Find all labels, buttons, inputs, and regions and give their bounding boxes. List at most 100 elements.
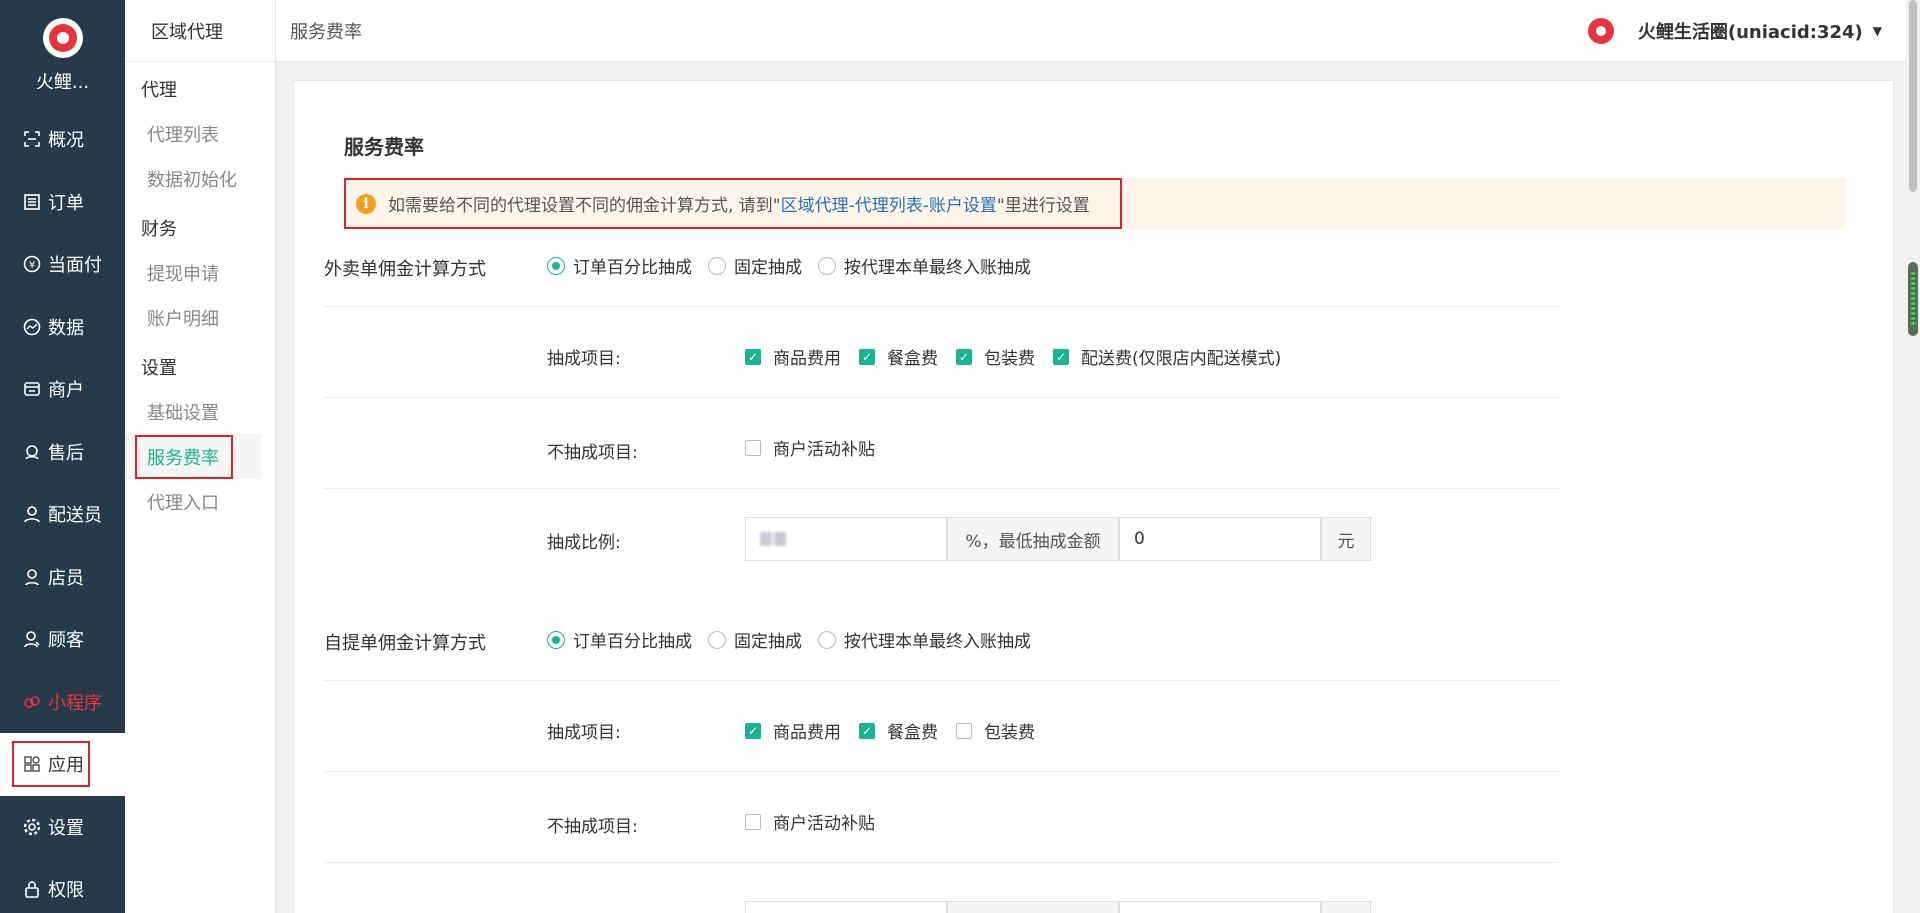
nav-item-face-pay[interactable]: ¥ 当面付 xyxy=(0,233,125,296)
min-amount-input[interactable] xyxy=(1119,901,1321,913)
radio-final-income[interactable]: 按代理本单最终入账抽成 xyxy=(818,253,1031,278)
check-label: 餐盒费 xyxy=(887,349,938,369)
check-goods-fee[interactable]: ✓ 商品费用 xyxy=(745,718,841,743)
notice-suffix: "里进行设置 xyxy=(996,196,1090,216)
page-scrollbar[interactable] xyxy=(1906,0,1920,913)
check-icon: ✓ xyxy=(745,348,761,365)
check-label: 餐盒费 xyxy=(887,723,938,743)
nav-item-label: 权限 xyxy=(48,880,84,902)
overview-icon xyxy=(22,129,42,149)
top-header: 服务费率 火鲤生活圈(uniacid:324) ▼ xyxy=(276,0,1920,62)
header-title: 服务费率 xyxy=(290,21,362,43)
nav-item-clerk[interactable]: 店员 xyxy=(0,546,125,609)
radio-percentage[interactable]: 订单百分比抽成 xyxy=(547,253,692,278)
takeout-exclude-checks: 商户活动补贴 xyxy=(745,435,893,460)
blurred-value xyxy=(760,532,786,546)
radio-fixed[interactable]: 固定抽成 xyxy=(708,627,802,652)
nav-item-settings[interactable]: 设置 xyxy=(0,796,125,859)
radio-dot xyxy=(547,256,565,275)
annotation-highlight xyxy=(12,741,90,787)
nav-item-merchant[interactable]: 商户 xyxy=(0,358,125,421)
caret-down-icon: ▼ xyxy=(1872,24,1882,38)
check-label: 商户活动补贴 xyxy=(773,814,875,834)
svg-text:¥: ¥ xyxy=(29,260,35,271)
gear-icon xyxy=(22,817,42,837)
nav-item-customer[interactable]: 顾客 xyxy=(0,608,125,671)
brand[interactable]: 火鲤... xyxy=(0,0,125,108)
submenu-item-withdraw[interactable]: 提现申请 xyxy=(125,250,275,295)
radio-percentage[interactable]: 订单百分比抽成 xyxy=(547,627,692,652)
nav-item-label: 售后 xyxy=(48,442,84,464)
submenu-item-agent-entry[interactable]: 代理入口 xyxy=(125,479,275,524)
miniapp-icon xyxy=(22,692,42,712)
nav-item-permission[interactable]: 权限 xyxy=(0,858,125,913)
account-logo-icon xyxy=(1587,18,1614,44)
check-goods-fee[interactable]: ✓ 商品费用 xyxy=(745,344,841,369)
radio-dot xyxy=(708,256,726,275)
side-widget-handle[interactable] xyxy=(1908,262,1918,336)
nav-item-orders[interactable]: 订单 xyxy=(0,171,125,234)
ratio-input[interactable] xyxy=(745,517,947,561)
radio-final-income[interactable]: 按代理本单最终入账抽成 xyxy=(818,627,1031,652)
check-icon: ✓ xyxy=(745,722,761,739)
lock-icon xyxy=(22,879,42,899)
submenu-item-agent-list[interactable]: 代理列表 xyxy=(125,111,275,156)
nav-item-overview[interactable]: 概况 xyxy=(0,108,125,171)
check-label: 商户活动补贴 xyxy=(773,440,875,460)
checkbox-empty xyxy=(745,813,761,830)
nav-item-label: 概况 xyxy=(48,130,84,152)
account-menu[interactable]: 火鲤生活圈(uniacid:324) ▼ xyxy=(1587,0,1882,62)
submenu-group-agent: 代理 xyxy=(141,79,177,101)
check-merchant-subsidy[interactable]: 商户活动补贴 xyxy=(745,435,875,460)
nav-item-label: 配送员 xyxy=(48,505,102,527)
submenu-item-account-detail[interactable]: 账户明细 xyxy=(125,295,275,340)
notice-link[interactable]: 区域代理-代理列表-账户设置 xyxy=(781,191,997,216)
check-delivery-fee[interactable]: ✓ 配送费(仅限店内配送模式) xyxy=(1053,344,1281,369)
min-amount-input[interactable]: 0 xyxy=(1119,517,1321,561)
check-box-fee[interactable]: ✓ 餐盒费 xyxy=(859,718,938,743)
check-icon: ✓ xyxy=(859,348,875,365)
submenu-item-data-init[interactable]: 数据初始化 xyxy=(125,156,275,201)
nav-item-label: 小程序 xyxy=(48,692,102,714)
nav-item-data[interactable]: 数据 xyxy=(0,296,125,359)
submenu-item-basic-settings[interactable]: 基础设置 xyxy=(125,389,275,434)
main-content: 服务费率 i 如需要给不同的代理设置不同的佣金计算方式, 请到" 区域代理-代理列… xyxy=(293,80,1894,913)
ratio-addon xyxy=(947,901,1119,913)
nav-item-apps[interactable]: 应用 xyxy=(0,733,125,796)
check-label: 商品费用 xyxy=(773,349,841,369)
main-sidebar: 火鲤... 概况 订单 ¥ 当面付 数据 商户 售后 配送员 店员 顾客 小程序 xyxy=(0,0,125,913)
check-label: 商品费用 xyxy=(773,723,841,743)
pickup-items-label: 抽成项目: xyxy=(547,723,621,743)
submenu-item-service-rate[interactable]: 服务费率 xyxy=(125,434,261,479)
ratio-addon: %，最低抽成金额 xyxy=(947,517,1119,561)
takeout-items-label: 抽成项目: xyxy=(547,349,621,369)
takeout-exclude-row: 不抽成项目: 商户活动补贴 xyxy=(324,398,1559,489)
check-packing-fee[interactable]: ✓ 包装费 xyxy=(956,344,1035,369)
chart-icon xyxy=(22,317,42,337)
check-icon: ✓ xyxy=(859,722,875,739)
check-icon: ✓ xyxy=(1053,348,1069,365)
radio-dot xyxy=(818,630,836,649)
takeout-exclude-label: 不抽成项目: xyxy=(547,443,638,463)
radio-fixed[interactable]: 固定抽成 xyxy=(708,253,802,278)
info-icon: i xyxy=(356,193,376,214)
check-packing-fee[interactable]: 包装费 xyxy=(956,718,1035,743)
pickup-ratio-row xyxy=(324,863,1559,913)
submenu-group-settings: 设置 xyxy=(141,357,177,379)
ratio-input[interactable] xyxy=(745,901,947,913)
order-icon xyxy=(22,192,42,212)
submenu-group-finance: 财务 xyxy=(141,218,177,240)
takeout-method-radios: 订单百分比抽成 固定抽成 按代理本单最终入账抽成 xyxy=(547,253,1047,278)
nav-item-aftersale[interactable]: 售后 xyxy=(0,421,125,484)
scrollbar-thumb[interactable] xyxy=(1909,0,1917,192)
nav-item-label: 商户 xyxy=(48,380,84,402)
check-merchant-subsidy[interactable]: 商户活动补贴 xyxy=(745,809,875,834)
check-box-fee[interactable]: ✓ 餐盒费 xyxy=(859,344,938,369)
radio-label: 按代理本单最终入账抽成 xyxy=(844,632,1031,652)
nav-item-label: 数据 xyxy=(48,317,84,339)
nav-item-miniapp[interactable]: 小程序 xyxy=(0,671,125,734)
radio-dot xyxy=(547,630,565,649)
nav-item-courier[interactable]: 配送员 xyxy=(0,483,125,546)
pickup-items-row: 抽成项目: ✓ 商品费用 ✓ 餐盒费 包装费 xyxy=(324,681,1559,772)
clerk-icon xyxy=(22,567,42,587)
